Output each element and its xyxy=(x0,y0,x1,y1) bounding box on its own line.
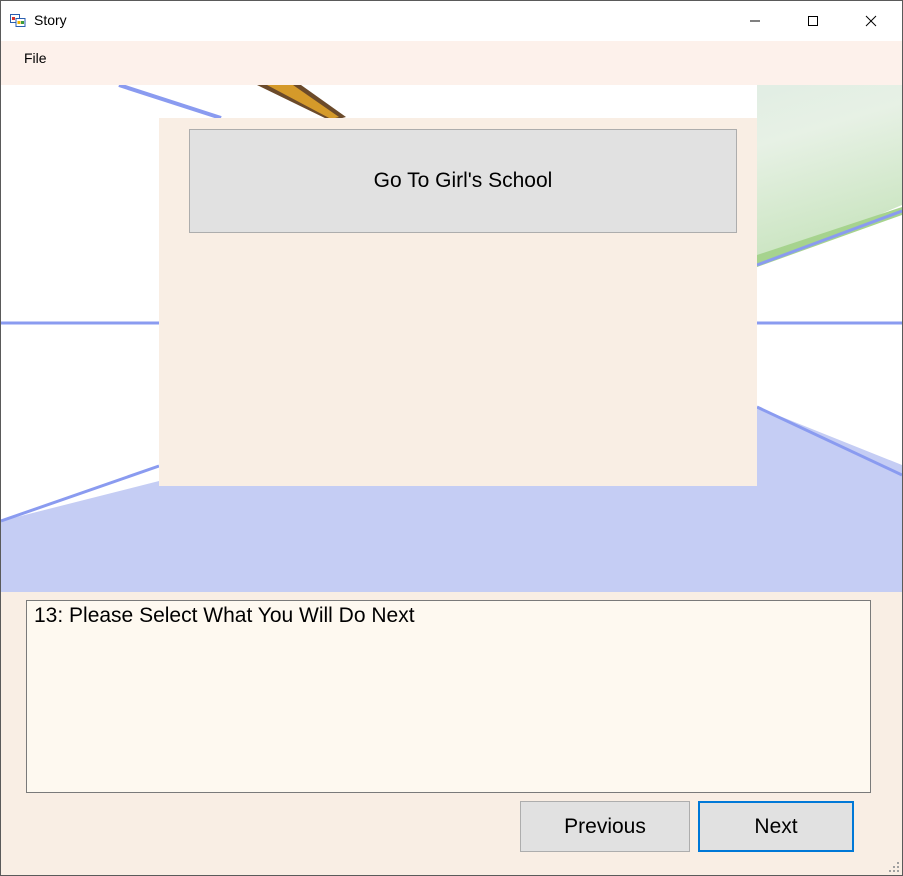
choice-panel: Go To Girl's School xyxy=(159,118,757,486)
app-icon xyxy=(10,14,26,27)
maximize-button[interactable] xyxy=(784,1,842,41)
ceiling-line xyxy=(118,85,222,120)
window-title: Story xyxy=(34,12,67,28)
next-button[interactable]: Next xyxy=(698,801,854,852)
title-bar[interactable]: Story xyxy=(1,1,902,41)
menu-bar: File xyxy=(1,41,902,85)
menu-item-file[interactable]: File xyxy=(16,48,55,68)
minimize-icon xyxy=(750,20,760,22)
narrative-textbox[interactable]: 13: Please Select What You Will Do Next xyxy=(26,600,871,793)
resize-grip-icon[interactable] xyxy=(888,861,900,873)
minimize-button[interactable] xyxy=(726,1,784,41)
close-button[interactable] xyxy=(842,1,900,41)
choice-button-girls-school[interactable]: Go To Girl's School xyxy=(189,129,737,233)
story-window: Story File Go To Girl's School 13: Pleas… xyxy=(0,0,903,876)
pencil-icon xyxy=(257,85,346,121)
previous-button[interactable]: Previous xyxy=(520,801,690,852)
close-icon xyxy=(865,15,877,27)
maximize-icon xyxy=(808,16,818,26)
